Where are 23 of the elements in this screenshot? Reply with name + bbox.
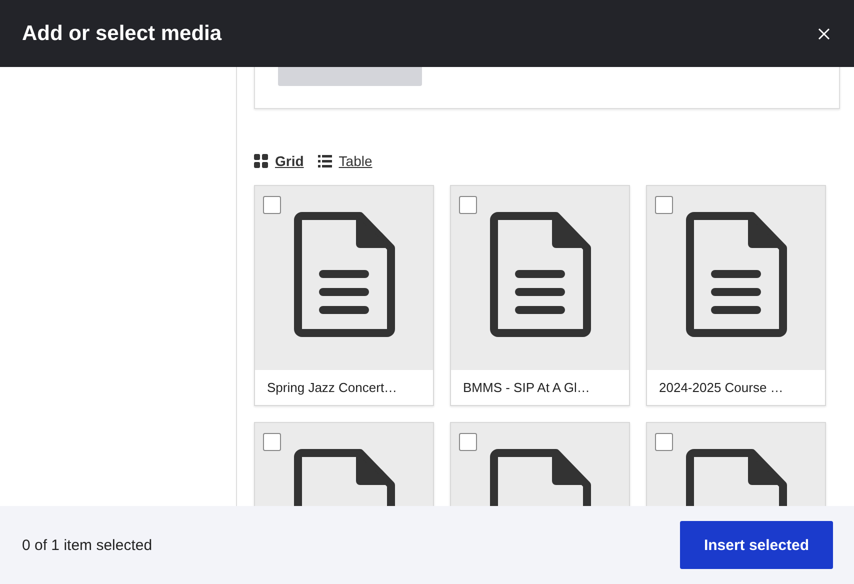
grid-icon <box>254 154 268 168</box>
media-title: Spring Jazz Concert… <box>266 379 398 397</box>
checkbox[interactable] <box>263 433 281 451</box>
selection-status: 0 of 1 item selected <box>22 536 152 554</box>
close-icon[interactable] <box>816 26 832 42</box>
checkbox[interactable] <box>459 196 477 214</box>
media-title: 2024-2025 Course … <box>658 379 784 397</box>
list-icon <box>318 154 332 168</box>
checkbox[interactable] <box>459 433 477 451</box>
document-icon <box>490 212 590 337</box>
insert-button[interactable]: Insert selected <box>680 521 833 569</box>
view-tab[interactable]: Table <box>318 153 372 169</box>
checkbox[interactable] <box>655 196 673 214</box>
checkbox[interactable] <box>655 433 673 451</box>
media-card[interactable]: Spring Jazz Concert… <box>254 185 434 406</box>
document-icon <box>294 212 394 337</box>
media-card[interactable]: 2024-2025 Course … <box>646 185 826 406</box>
media-card[interactable]: BMMS - SIP At A Gl… <box>450 185 630 406</box>
checkbox[interactable] <box>263 196 281 214</box>
document-icon <box>686 212 786 337</box>
media-title: BMMS - SIP At A Gl… <box>462 379 591 397</box>
view-tab[interactable]: Grid <box>254 153 304 169</box>
dialog-title: Add or select media <box>22 22 222 46</box>
